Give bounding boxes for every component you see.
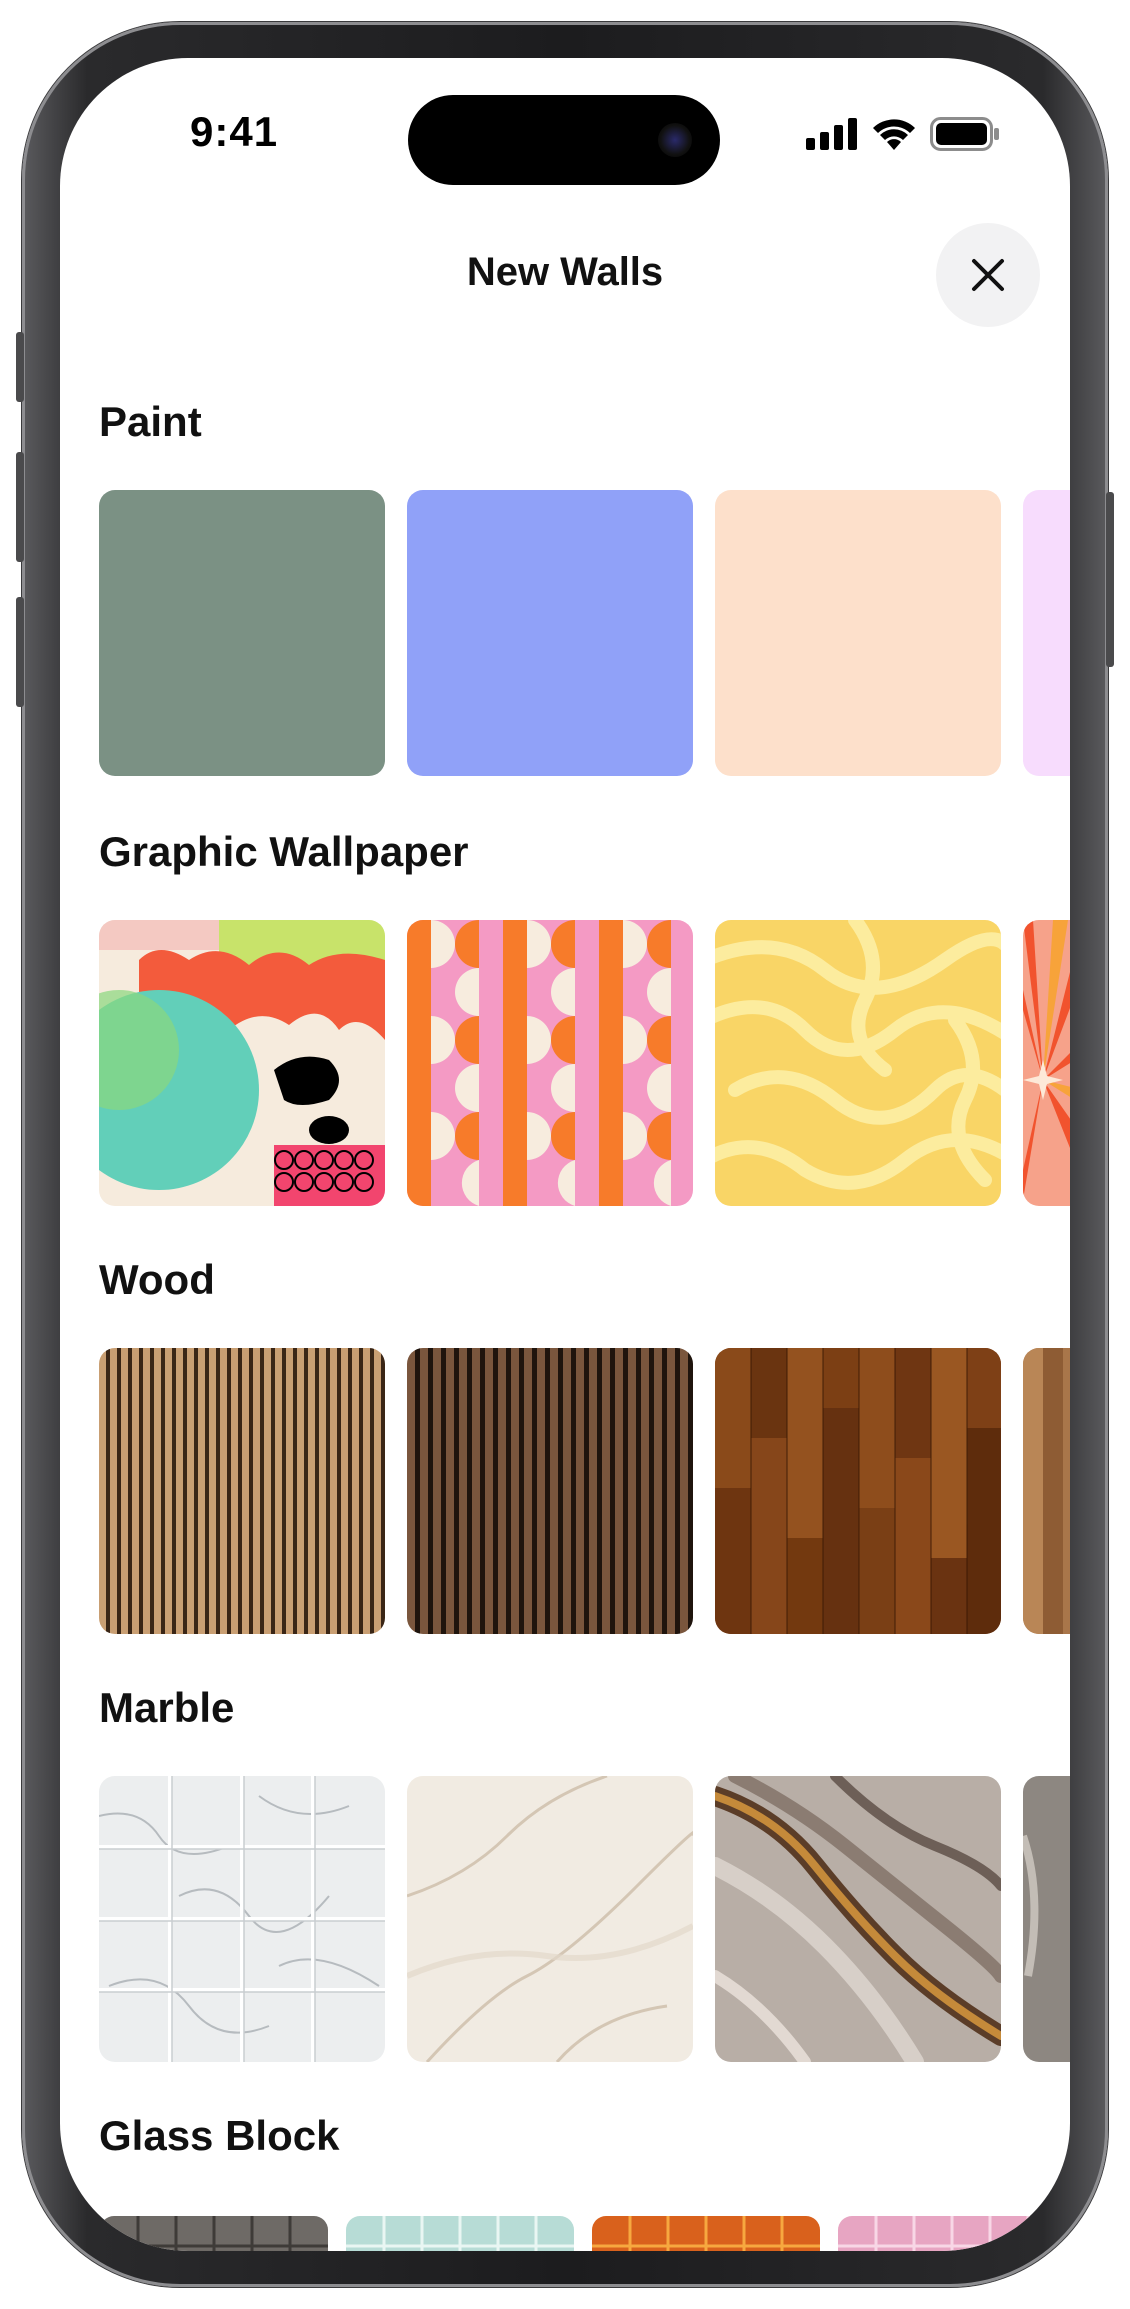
status-time: 9:41 bbox=[190, 108, 279, 155]
paint-swatch-lilac[interactable] bbox=[1023, 490, 1070, 776]
paint-row bbox=[99, 490, 1070, 776]
wood-dark-slats[interactable] bbox=[407, 1348, 693, 1634]
section-title-marble: Marble bbox=[99, 1684, 235, 1731]
section-title-paint: Paint bbox=[99, 398, 202, 445]
battery-icon bbox=[930, 116, 1000, 156]
camera-icon bbox=[658, 123, 692, 157]
wallpaper-abstract-collage[interactable] bbox=[99, 920, 385, 1206]
status-icons bbox=[806, 116, 1000, 156]
paint-swatch-peach[interactable] bbox=[715, 490, 1001, 776]
section-title-graphic-wallpaper: Graphic Wallpaper bbox=[99, 828, 469, 875]
close-button[interactable] bbox=[936, 223, 1040, 327]
cellular-signal-icon bbox=[806, 117, 858, 155]
marble-grey-stone[interactable] bbox=[1023, 1776, 1070, 2062]
marble-cream[interactable] bbox=[407, 1776, 693, 2062]
volume-down-button bbox=[16, 597, 24, 707]
glass-block-mint[interactable] bbox=[346, 2216, 574, 2251]
section-title-glass-block: Glass Block bbox=[99, 2112, 340, 2159]
wood-light-slats[interactable] bbox=[99, 1348, 385, 1634]
wallpaper-yellow-swirl[interactable] bbox=[715, 920, 1001, 1206]
page-title: New Walls bbox=[466, 250, 664, 294]
glass-block-amber[interactable] bbox=[592, 2216, 820, 2251]
volume-up-button bbox=[16, 452, 24, 562]
glass-block-row bbox=[100, 2216, 1070, 2251]
wood-row bbox=[99, 1348, 1070, 1634]
wood-natural-planks[interactable] bbox=[1023, 1348, 1070, 1634]
glass-block-pink[interactable] bbox=[838, 2216, 1066, 2251]
paint-swatch-sage[interactable] bbox=[99, 490, 385, 776]
close-icon bbox=[972, 259, 1004, 291]
section-title-wood: Wood bbox=[99, 1256, 215, 1303]
dynamic-island bbox=[408, 95, 720, 185]
marble-row bbox=[99, 1776, 1070, 2062]
graphic-wallpaper-row bbox=[99, 920, 1070, 1206]
wifi-icon bbox=[872, 117, 916, 156]
wallpaper-sunburst[interactable] bbox=[1023, 920, 1070, 1206]
wallpaper-retro-waves[interactable] bbox=[407, 920, 693, 1206]
paint-swatch-periwinkle[interactable] bbox=[407, 490, 693, 776]
glass-block-smoke[interactable] bbox=[100, 2216, 328, 2251]
marble-onyx-gold[interactable] bbox=[715, 1776, 1001, 2062]
action-button bbox=[16, 332, 24, 402]
marble-white-tiles[interactable] bbox=[99, 1776, 385, 2062]
power-button bbox=[1106, 492, 1114, 667]
status-bar: 9:41 bbox=[60, 58, 1070, 208]
wood-parquet[interactable] bbox=[715, 1348, 1001, 1634]
screen: 9:41 New Walls Paint Graphic Wallpaper W… bbox=[60, 58, 1070, 2251]
